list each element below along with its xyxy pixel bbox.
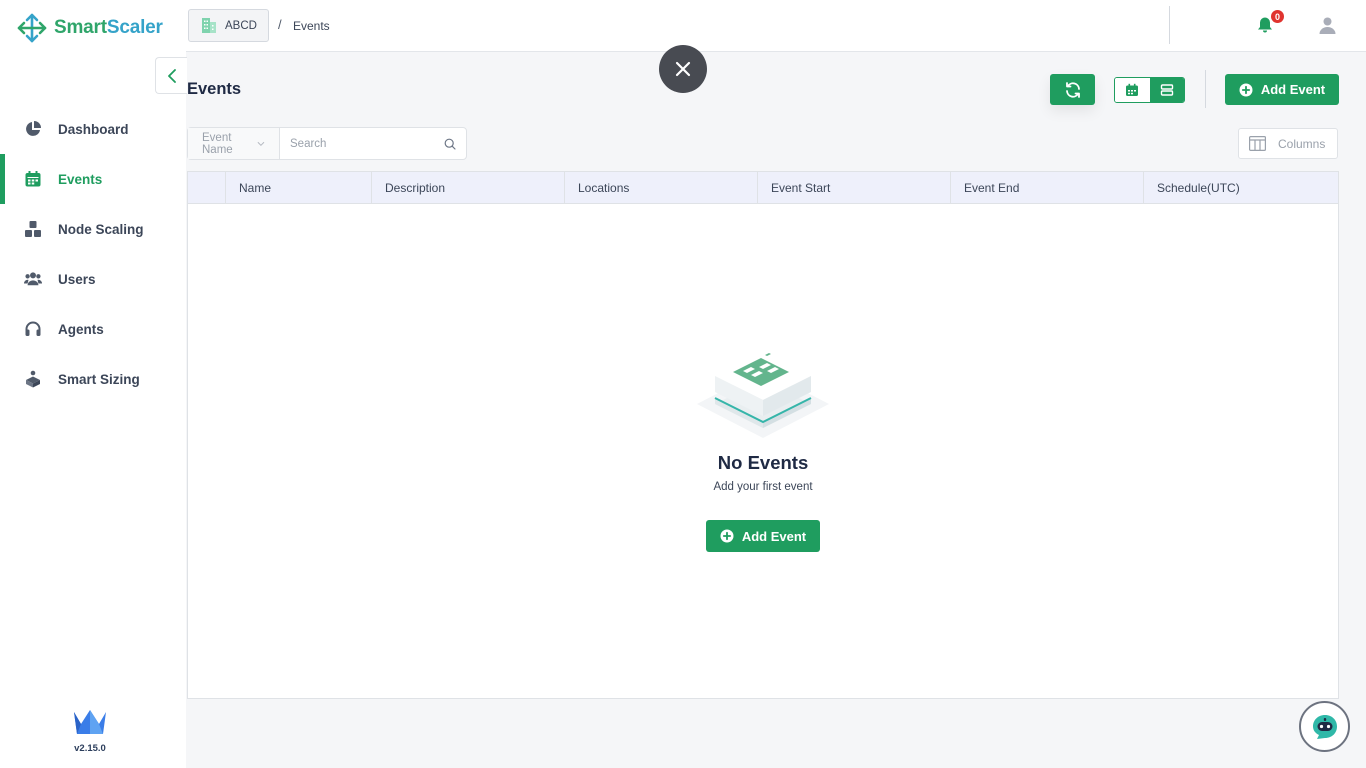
sidebar-item-label: Users [58, 271, 96, 287]
filter-bar: Event Name [187, 127, 467, 160]
sidebar-item-dashboard[interactable]: Dashboard [0, 104, 186, 154]
org-name: ABCD [225, 19, 257, 32]
empty-state-title: No Events [717, 452, 809, 473]
collapse-sidebar-button[interactable] [155, 57, 187, 94]
crown-logo-icon [74, 710, 106, 734]
events-table: Name Description Locations Event Start E… [187, 171, 1339, 699]
logo-text: SmartScaler [54, 17, 163, 38]
view-toggle [1114, 77, 1185, 103]
calendar-icon [1126, 83, 1139, 96]
calendar-view-button[interactable] [1115, 78, 1150, 102]
plus-circle-icon [720, 529, 734, 543]
table-header: Name Description Locations Event Start E… [188, 172, 1338, 204]
app-logo[interactable]: SmartScaler [16, 12, 163, 44]
sidebar-item-label: Node Scaling [58, 221, 144, 237]
close-icon [675, 61, 691, 77]
version-block: v2.15.0 [68, 708, 112, 754]
sidebar-item-events[interactable]: Events [0, 154, 186, 204]
pie-chart-icon [24, 120, 42, 138]
building-icon [202, 18, 216, 33]
cubes-icon [24, 220, 42, 238]
table-header-event-start[interactable]: Event Start [758, 172, 951, 203]
table-header-select [188, 172, 226, 203]
list-view-button[interactable] [1149, 78, 1184, 102]
notification-count-badge: 0 [1271, 10, 1284, 23]
calendar-icon [24, 170, 42, 188]
chevron-down-icon [257, 141, 265, 146]
add-event-button[interactable]: Add Event [1225, 74, 1339, 105]
topbar: ABCD / Events 0 [186, 0, 1366, 52]
sidebar-item-label: Events [58, 171, 103, 187]
search-field [280, 128, 466, 159]
org-selector[interactable]: ABCD [188, 9, 269, 42]
box-person-icon [24, 370, 42, 388]
arrows-logo-icon [17, 13, 47, 43]
sidebar-item-label: Smart Sizing [58, 371, 140, 387]
close-overlay-button[interactable] [659, 45, 707, 93]
sidebar-item-agents[interactable]: Agents [0, 304, 186, 354]
search-icon[interactable] [444, 138, 456, 150]
table-header-locations[interactable]: Locations [565, 172, 758, 203]
add-event-label: Add Event [1260, 82, 1326, 97]
topbar-divider [1169, 6, 1170, 44]
sidebar-item-users[interactable]: Users [0, 254, 186, 304]
empty-state: No Events Add your first event Add Event [188, 342, 1338, 552]
sidebar-item-smart-sizing[interactable]: Smart Sizing [0, 354, 186, 404]
empty-calendar-illustration [697, 352, 829, 438]
refresh-button[interactable] [1050, 74, 1095, 105]
chevron-left-icon [167, 68, 176, 83]
table-header-event-end[interactable]: Event End [951, 172, 1144, 203]
sidebar-item-label: Dashboard [58, 121, 129, 137]
header-divider [1205, 70, 1206, 108]
app-version: v2.15.0 [74, 743, 106, 754]
table-header-schedule[interactable]: Schedule(UTC) [1144, 172, 1338, 203]
sidebar-item-label: Agents [58, 321, 104, 337]
columns-button[interactable]: Columns [1238, 128, 1338, 159]
empty-state-subtitle: Add your first event [713, 481, 813, 493]
breadcrumb-current: Events [293, 19, 330, 33]
empty-add-event-label: Add Event [741, 528, 807, 544]
breadcrumb-separator: / [278, 17, 282, 32]
filter-field-select[interactable]: Event Name [188, 128, 280, 159]
empty-add-event-button[interactable]: Add Event [706, 520, 820, 552]
chatbot-button[interactable] [1299, 701, 1350, 752]
filter-field-value: Event Name [202, 131, 233, 156]
table-header-description[interactable]: Description [372, 172, 565, 203]
list-icon [1160, 84, 1173, 96]
plus-circle-icon [1239, 83, 1253, 96]
user-avatar-icon[interactable] [1318, 16, 1337, 40]
columns-icon [1249, 136, 1266, 151]
sidebar-nav: Dashboard Events Node Scaling Users Agen… [0, 104, 186, 404]
sidebar: SmartScaler Dashboard Events Node Scalin… [0, 0, 186, 768]
search-input[interactable] [290, 137, 444, 150]
sidebar-item-node-scaling[interactable]: Node Scaling [0, 204, 186, 254]
refresh-icon [1065, 81, 1080, 98]
users-icon [24, 270, 42, 288]
columns-label: Columns [1278, 136, 1326, 151]
headset-icon [24, 320, 42, 338]
page-title: Events [187, 80, 242, 98]
robot-chat-icon [1312, 714, 1337, 739]
table-header-name[interactable]: Name [226, 172, 372, 203]
